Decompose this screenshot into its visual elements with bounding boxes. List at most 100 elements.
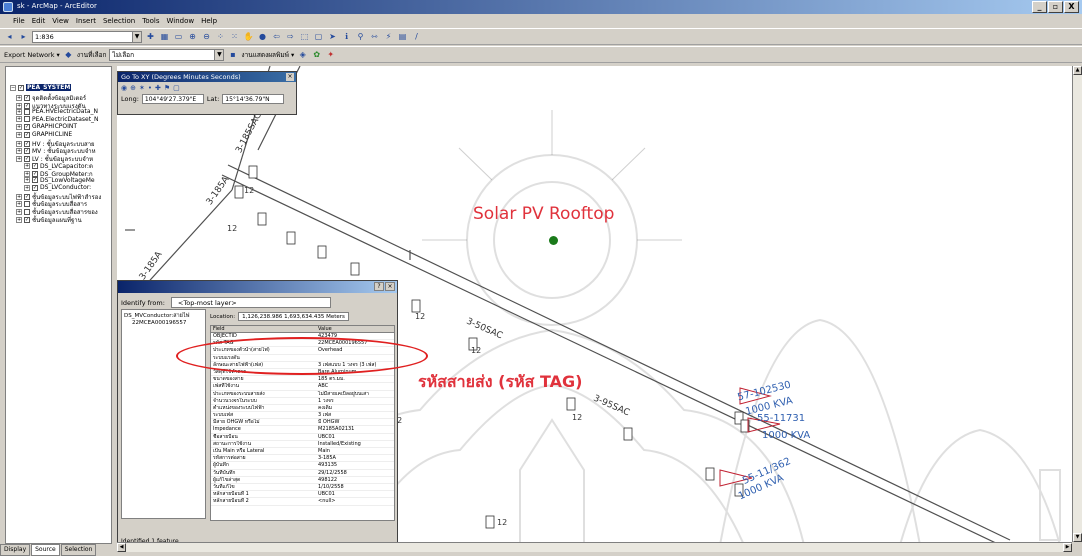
tool-icon-a[interactable]: ◈ — [297, 49, 308, 60]
menu-tools[interactable]: Tools — [142, 17, 159, 25]
toc-layer-item[interactable]: + ✓ DS_LVConductor: — [24, 184, 91, 191]
layout-icon[interactable]: ▭ — [173, 31, 184, 42]
attribute-row[interactable]: ชื่อสายป้อน UBC01 — [211, 434, 394, 441]
attribute-row[interactable]: ระบบเฟส 3 เฟส — [211, 412, 394, 420]
layer-checkbox[interactable]: ✓ — [24, 216, 30, 223]
layer-checkbox[interactable]: ✓ — [24, 123, 30, 130]
clear-selection-icon[interactable]: ▢ — [313, 31, 324, 42]
menu-selection[interactable]: Selection — [103, 17, 135, 25]
zoom-to-icon[interactable]: ⊕ — [130, 84, 136, 92]
identify-from-select[interactable]: <Top-most layer> — [170, 297, 331, 308]
expand-icon[interactable]: + — [24, 184, 30, 191]
network-icon[interactable]: ◆ — [63, 49, 74, 60]
close-icon[interactable]: × — [385, 282, 395, 291]
tab-selection[interactable]: Selection — [60, 544, 97, 556]
minimize-button[interactable]: _ — [1032, 1, 1047, 13]
add-point-icon[interactable]: ✚ — [155, 84, 161, 92]
layer-checkbox[interactable]: ✓ — [24, 131, 30, 138]
scroll-right-icon[interactable]: ▶ — [1063, 543, 1072, 552]
toc-root[interactable]: − ✓ PEA_SYSTEM — [10, 84, 72, 91]
menu-edit[interactable]: Edit — [32, 17, 46, 25]
pan-icon[interactable]: ✋ — [243, 31, 254, 42]
chevron-down-icon[interactable]: ▼ — [214, 49, 224, 60]
units-icon[interactable]: ◉ — [121, 84, 127, 92]
attribute-row[interactable]: ขนาดของสาย 185 ตร.มม. — [211, 376, 394, 384]
restore-button[interactable]: ▫ — [1048, 1, 1063, 13]
measure-icon[interactable]: ⇿ — [369, 31, 380, 42]
attribute-row[interactable]: ผู้แก้ไขล่าสุด 498122 — [211, 477, 394, 484]
zoom-out-icon[interactable]: ⊖ — [201, 31, 212, 42]
attribute-row[interactable]: วันที่แก้ไข 1/10/2558 — [211, 484, 394, 492]
selected-job-combo[interactable]: ไม่เลือก ▼ — [109, 48, 225, 61]
layer-checkbox[interactable]: ✓ — [32, 177, 38, 184]
tree-child[interactable]: 22MCEA000196557 — [124, 320, 203, 326]
scale-combo[interactable]: 1:836 ▼ — [32, 30, 142, 43]
attribute-row[interactable]: วันที่บันทึก 29/12/2558 — [211, 470, 394, 477]
scroll-left-icon[interactable]: ◀ — [117, 543, 126, 552]
callout-icon[interactable]: ▢ — [173, 84, 180, 92]
print-layer-menu[interactable]: งานแสดงผลพิมพ์ ▾ — [241, 50, 294, 60]
menu-help[interactable]: Help — [201, 17, 217, 25]
scroll-down-icon[interactable]: ▼ — [1073, 533, 1082, 542]
forward-icon[interactable]: ▸ — [18, 31, 29, 42]
layer-checkbox[interactable] — [24, 108, 30, 115]
select-elements-icon[interactable]: ➤ — [327, 31, 338, 42]
add-data-icon[interactable]: ✚ — [145, 31, 156, 42]
vertical-scrollbar[interactable]: ▲ ▼ — [1072, 66, 1082, 542]
full-extent-icon[interactable]: ● — [257, 31, 268, 42]
goto-xy-icon[interactable]: / — [411, 31, 422, 42]
attribute-row[interactable]: ประเภทของระบบสายส่ง ไม่มีสายเคเบิลอยู่บนเ… — [211, 391, 394, 398]
menu-window[interactable]: Window — [167, 17, 195, 25]
collapse-icon[interactable]: − — [10, 84, 16, 91]
find-icon[interactable]: ⚲ — [355, 31, 366, 42]
attribute-row[interactable]: ผู้บันทึก 493135 — [211, 462, 394, 470]
expand-icon[interactable]: + — [16, 123, 22, 130]
expand-icon[interactable]: + — [24, 177, 30, 184]
tab-source[interactable]: Source — [31, 544, 60, 556]
fixed-zoom-out-icon[interactable]: ⁙ — [229, 31, 240, 42]
attribute-row[interactable]: หลักสายป้อนที่ 1 UBC01 — [211, 491, 394, 499]
toc-layer-item[interactable]: + ✓ GRAPHICLINE — [16, 131, 72, 138]
back-icon[interactable]: ◂ — [4, 31, 15, 42]
zoom-in-icon[interactable]: ⊕ — [187, 31, 198, 42]
long-input[interactable]: 104°49'27.379"E — [141, 94, 204, 104]
expand-icon[interactable]: + — [16, 155, 22, 162]
expand-icon[interactable]: + — [16, 116, 22, 123]
select-features-icon[interactable]: ⬚ — [299, 31, 310, 42]
attribute-row[interactable]: เฟสที่ใช้งาน ABC — [211, 383, 394, 391]
lat-input[interactable]: 15°14'36.79"N — [222, 94, 285, 104]
html-popup-icon[interactable]: ▤ — [397, 31, 408, 42]
tab-display[interactable]: Display — [0, 544, 31, 556]
layer-checkbox[interactable] — [24, 116, 30, 123]
toc-layer-item[interactable]: + ✓ DS_LowVoltageMe — [24, 177, 95, 184]
attribute-row[interactable]: หลักสายป้อนที่ 2 <null> — [211, 498, 394, 506]
solar-pv-marker[interactable] — [549, 236, 558, 245]
tree-parent[interactable]: DS_MVConductor:สายไฟ — [124, 312, 203, 320]
attribute-row[interactable]: เป็น Main หรือ Lateral Main — [211, 448, 394, 456]
identify-icon[interactable]: ℹ — [341, 31, 352, 42]
help-icon[interactable]: ? — [374, 282, 384, 291]
expand-icon[interactable]: + — [16, 216, 22, 223]
toc-layer-item[interactable]: + ✓ GRAPHICPOINT — [16, 123, 77, 130]
attribute-row[interactable]: สถานะการใช้งาน Installed/Existing — [211, 441, 394, 448]
attribute-row[interactable]: รหัสการต่อสาย 3-185A — [211, 455, 394, 463]
menu-insert[interactable]: Insert — [76, 17, 96, 25]
label-icon[interactable]: ⚑ — [164, 84, 170, 92]
editor-icon[interactable]: ▦ — [159, 31, 170, 42]
hyperlink-icon[interactable]: ⚡ — [383, 31, 394, 42]
toc-layer-item[interactable]: + PEA.HVElectricData_N — [16, 108, 98, 115]
fixed-zoom-in-icon[interactable]: ⁘ — [215, 31, 226, 42]
attribute-row[interactable]: ตำแหน่งของระบบไฟฟ้า คงเดิม — [211, 405, 394, 413]
previous-extent-icon[interactable]: ⇦ — [271, 31, 282, 42]
expand-icon[interactable]: + — [16, 108, 22, 115]
horizontal-scrollbar[interactable]: ◀ ▶ — [117, 542, 1072, 552]
next-extent-icon[interactable]: ⇨ — [285, 31, 296, 42]
checkbox-icon[interactable]: ✓ — [18, 84, 24, 91]
menu-view[interactable]: View — [52, 17, 69, 25]
toc-layer-item[interactable]: + ✓ ชั้นข้อมูลแผนที่ฐาน — [16, 215, 82, 225]
attribute-row[interactable]: Impedance M2185A02131 — [211, 426, 394, 434]
layer-icon[interactable]: ▪ — [227, 49, 238, 60]
tool-icon-b[interactable]: ✿ — [311, 49, 322, 60]
point-icon[interactable]: • — [148, 84, 152, 92]
tool-icon-c[interactable]: ✦ — [325, 49, 336, 60]
